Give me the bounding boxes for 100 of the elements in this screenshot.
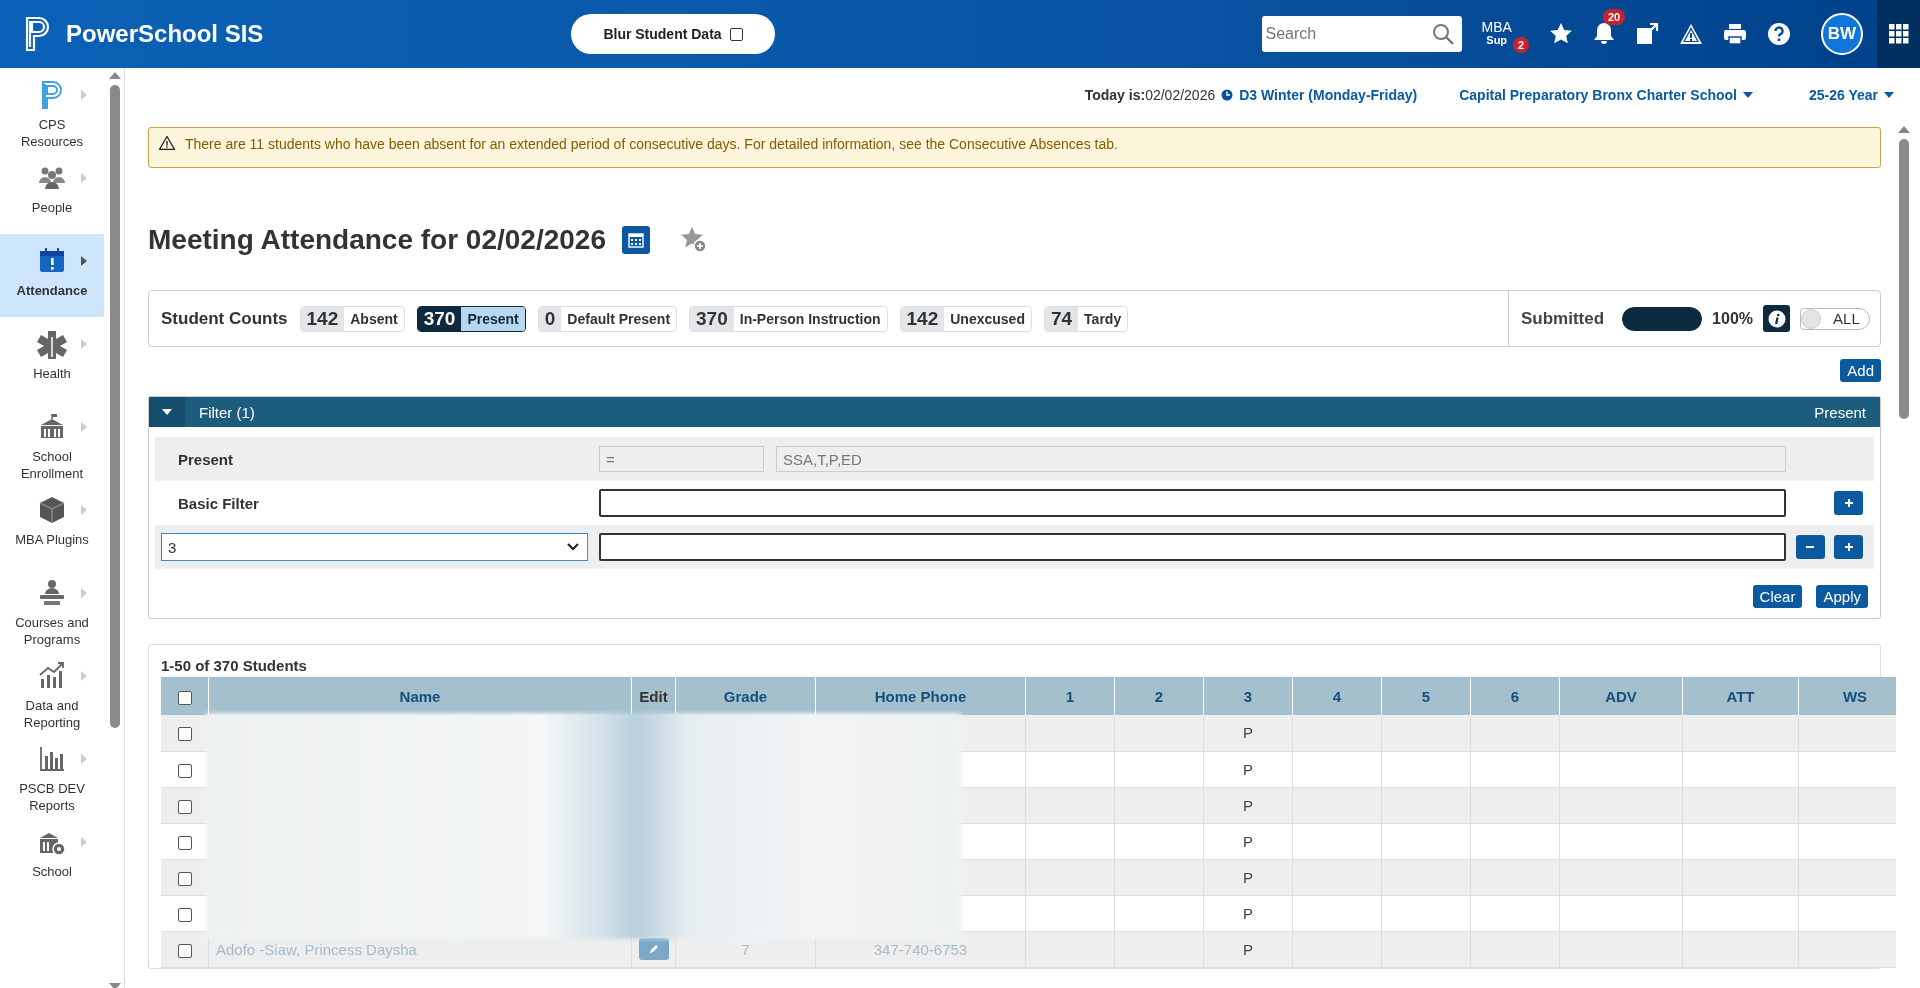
caret-icon — [81, 422, 87, 432]
column-header[interactable]: 5 — [1381, 677, 1471, 715]
row-checkbox[interactable] — [177, 871, 192, 886]
column-header[interactable]: Grade — [675, 677, 816, 715]
caret-icon[interactable] — [1742, 92, 1753, 98]
calendar-icon — [628, 232, 644, 248]
count-filter-chip[interactable]: 0 Default Present — [537, 305, 678, 332]
sidebar-item[interactable]: People — [0, 151, 104, 234]
filter-summary: Present — [1814, 403, 1866, 421]
today-date: Today is:02/02/2026 — [1084, 87, 1216, 103]
column-header[interactable]: 1 — [1025, 677, 1115, 715]
column-header[interactable]: ATT — [1682, 677, 1799, 715]
help-icon[interactable] — [1767, 22, 1791, 46]
external-link-icon[interactable] — [1635, 22, 1659, 46]
caret-icon — [81, 173, 87, 183]
column-header[interactable]: 4 — [1292, 677, 1382, 715]
sidebar-item[interactable]: PSCB DEV Reports — [0, 732, 104, 815]
add-button[interactable]: Add — [1840, 359, 1881, 382]
star-icon[interactable] — [1549, 22, 1573, 46]
column-header[interactable]: 2 — [1114, 677, 1204, 715]
sidebar-item[interactable]: School Enrollment — [0, 400, 104, 483]
value-field: SSA,T,P,ED — [776, 446, 1786, 472]
clear-button[interactable]: Clear — [1752, 585, 1803, 608]
count-filter-chip[interactable]: 142 Unexcused — [899, 305, 1032, 332]
apply-button[interactable]: Apply — [1816, 585, 1868, 608]
star-add-icon[interactable] — [680, 226, 708, 254]
caret-icon — [81, 671, 87, 681]
warning-icon[interactable] — [1679, 23, 1703, 45]
row-checkbox[interactable] — [177, 763, 192, 778]
growth-chart-icon — [37, 661, 67, 691]
select-all-checkbox[interactable] — [177, 690, 192, 705]
caret-icon — [81, 256, 87, 266]
presenter-icon — [37, 578, 67, 608]
calendar-button[interactable] — [622, 226, 650, 254]
column-header[interactable]: Name — [208, 677, 632, 715]
sidebar-item[interactable]: Attendance — [0, 234, 104, 317]
caret-icon[interactable] — [1884, 92, 1894, 98]
results-count: 1-50 of 370 Students — [161, 657, 308, 674]
table-cell: P — [1203, 895, 1293, 931]
row-checkbox[interactable] — [177, 799, 192, 814]
filter-input[interactable] — [599, 489, 1786, 517]
count-filter-chip[interactable]: 74 Tardy — [1043, 305, 1129, 332]
table-cell: P — [1203, 715, 1293, 751]
sidebar-item[interactable]: Data and Reporting — [0, 649, 104, 732]
row-checkbox[interactable] — [177, 907, 192, 922]
filter-label: Basic Filter — [177, 494, 260, 512]
count-filter-chip[interactable]: 370 In-Person Instruction — [689, 305, 888, 332]
sidebar-item[interactable]: Courses and Programs — [0, 566, 104, 649]
operator-field: = — [599, 446, 764, 472]
clock-icon — [1221, 89, 1234, 101]
count-badge: 2 — [1512, 37, 1529, 53]
column-header[interactable]: ADV — [1559, 677, 1683, 715]
year-selector[interactable]: 25-26 Year — [1808, 87, 1878, 103]
caret-icon — [81, 90, 87, 100]
filter-title: Filter (1) — [199, 403, 256, 421]
submitted-label: Submitted — [1521, 308, 1605, 329]
column-header[interactable]: Edit — [631, 677, 676, 715]
plus-icon — [1843, 498, 1854, 508]
printer-icon[interactable] — [1723, 23, 1747, 45]
row-checkbox[interactable] — [177, 943, 192, 958]
user-avatar[interactable]: BW — [1821, 13, 1863, 55]
table-cell: P — [1203, 931, 1293, 967]
apps-menu-button[interactable] — [1877, 0, 1920, 68]
column-select[interactable]: 3 — [161, 533, 588, 561]
count-filter-chip[interactable]: 142 Absent — [299, 305, 405, 332]
count-filter-chip[interactable]: 370 Present — [416, 305, 526, 332]
product-name[interactable]: PowerSchool SIS — [66, 20, 264, 48]
sidebar-item[interactable]: Health — [0, 317, 104, 400]
column-header[interactable]: Home Phone — [815, 677, 1026, 715]
alert-message: There are 11 students who have been absent for an extended period of consecutive days. For detailed information, see the Consecutive Absences tab. — [185, 136, 1118, 152]
row-checkbox[interactable] — [177, 727, 192, 742]
edit-button[interactable] — [638, 938, 669, 960]
search-icon[interactable] — [1431, 23, 1454, 45]
table-cell: P — [1203, 823, 1293, 859]
caret-icon — [81, 837, 87, 847]
school-selector[interactable]: Capital Preparatory Bronx Charter School — [1459, 87, 1737, 103]
table-cell: P — [1203, 751, 1293, 787]
add-condition-button[interactable] — [1834, 535, 1863, 559]
counts-label: Student Counts — [161, 308, 288, 329]
search-field[interactable]: Search — [1261, 16, 1462, 52]
term-link[interactable]: D3 Winter (Monday-Friday) — [1239, 87, 1418, 103]
logo-icon[interactable] — [24, 16, 52, 52]
column-header[interactable]: 3 — [1203, 677, 1293, 715]
add-condition-button[interactable] — [1834, 491, 1863, 515]
checkbox[interactable] — [729, 27, 743, 41]
column-header[interactable]: WS — [1798, 677, 1896, 715]
row-checkbox[interactable] — [177, 835, 192, 850]
bell-icon[interactable] — [1593, 20, 1615, 45]
sidebar-item[interactable]: CPS Resources — [0, 68, 104, 151]
collapse-button[interactable] — [149, 397, 185, 427]
sidebar-item[interactable]: School — [0, 815, 104, 898]
remove-condition-button[interactable] — [1795, 535, 1825, 559]
info-button[interactable] — [1763, 305, 1791, 332]
mba-support-link[interactable]: MBA Sup — [1481, 21, 1512, 47]
filter-input[interactable] — [599, 533, 1786, 561]
sidebar-item[interactable]: MBA Plugins — [0, 483, 104, 566]
caret-icon — [81, 588, 87, 598]
column-header[interactable]: 6 — [1470, 677, 1560, 715]
all-toggle[interactable]: ALL — [1800, 307, 1871, 330]
blur-toggle[interactable]: Blur Student Data — [571, 14, 775, 54]
